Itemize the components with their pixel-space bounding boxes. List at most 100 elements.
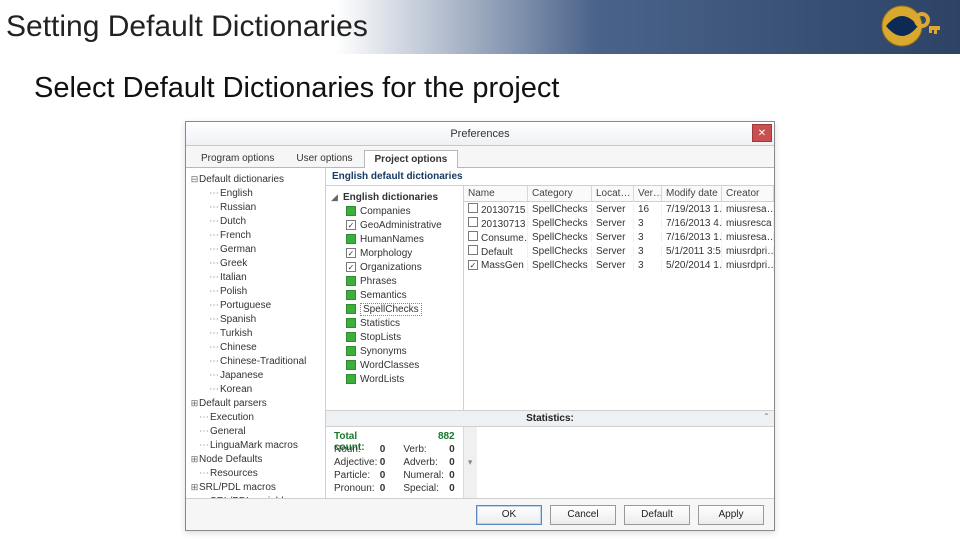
col-version[interactable]: Ver… xyxy=(634,186,662,201)
stat-row: Adjective:0 xyxy=(334,457,385,470)
category-item[interactable]: Organizations xyxy=(330,260,459,274)
settings-tree[interactable]: ⊟Default dictionaries⋯English⋯Russian⋯Du… xyxy=(186,168,326,498)
right-panel-header: English default dictionaries xyxy=(326,168,774,186)
chevron-up-icon[interactable]: ˆ xyxy=(765,413,768,424)
checkbox-icon[interactable] xyxy=(346,374,356,384)
table-row[interactable]: MassGenSpellChecksServer35/20/2014 1…miu… xyxy=(464,258,774,272)
preferences-dialog: Preferences ✕ Program options User optio… xyxy=(185,121,775,531)
category-item[interactable]: StopLists xyxy=(330,330,459,344)
tab-project-options[interactable]: Project options xyxy=(364,150,459,168)
checkbox-icon[interactable] xyxy=(346,234,356,244)
tree-node[interactable]: ⋯English xyxy=(188,186,323,200)
stats-scrollbar[interactable]: ▾ xyxy=(463,427,477,498)
col-name[interactable]: Name xyxy=(464,186,528,201)
tree-node[interactable]: ⊞SRL/PDL macros xyxy=(188,480,323,494)
table-row[interactable]: Consume…SpellChecksServer37/16/2013 1…mi… xyxy=(464,230,774,244)
grid-body[interactable]: 20130715…SpellChecksServer167/19/2013 1…… xyxy=(464,202,774,410)
category-item[interactable]: Companies xyxy=(330,204,459,218)
category-item[interactable]: WordLists xyxy=(330,372,459,386)
tree-node[interactable]: ⋯Portuguese xyxy=(188,298,323,312)
stat-row: Verb:0 xyxy=(403,444,454,457)
stat-total-num: 882 xyxy=(438,431,455,444)
stat-row: Numeral:0 xyxy=(403,470,454,483)
tree-node[interactable]: ⋯Execution xyxy=(188,410,323,424)
tree-node[interactable]: ⋯Greek xyxy=(188,256,323,270)
tree-node[interactable]: ⋯Spanish xyxy=(188,312,323,326)
statistics-title: Statistics: xyxy=(526,413,574,424)
slide-banner: Setting Default Dictionaries xyxy=(0,0,960,54)
default-button[interactable]: Default xyxy=(624,505,690,525)
tab-program-options[interactable]: Program options xyxy=(190,149,285,167)
tree-node[interactable]: ⋯General xyxy=(188,424,323,438)
tree-node[interactable]: ⋯Polish xyxy=(188,284,323,298)
tree-node[interactable]: ⊟Default dictionaries xyxy=(188,172,323,186)
slide-subtitle: Select Default Dictionaries for the proj… xyxy=(0,54,960,121)
statistics-header[interactable]: Statistics: ˆ xyxy=(326,411,774,427)
checkbox-icon[interactable] xyxy=(346,248,356,258)
apply-button[interactable]: Apply xyxy=(698,505,764,525)
checkbox-icon[interactable] xyxy=(346,276,356,286)
tree-node[interactable]: ⋯Resources xyxy=(188,466,323,480)
tree-node[interactable]: ⊞Node Defaults xyxy=(188,452,323,466)
dictionary-category-tree[interactable]: ◢English dictionariesCompaniesGeoAdminis… xyxy=(326,186,464,410)
checkbox-icon[interactable] xyxy=(346,220,356,230)
category-item[interactable]: GeoAdministrative xyxy=(330,218,459,232)
col-location[interactable]: Locat… xyxy=(592,186,634,201)
col-category[interactable]: Category xyxy=(528,186,592,201)
category-item[interactable]: SpellChecks xyxy=(330,302,459,316)
tree-node[interactable]: ⋯Chinese-Traditional xyxy=(188,354,323,368)
tree-node[interactable]: ⋯German xyxy=(188,242,323,256)
category-item[interactable]: Phrases xyxy=(330,274,459,288)
table-row[interactable]: DefaultSpellChecksServer35/1/2011 3:5…mi… xyxy=(464,244,774,258)
col-modified[interactable]: Modify date xyxy=(662,186,722,201)
checkbox-icon[interactable] xyxy=(346,290,356,300)
category-item[interactable]: Statistics xyxy=(330,316,459,330)
row-checkbox[interactable] xyxy=(468,245,478,255)
tree-node[interactable]: ⋯SRL/PDL variables xyxy=(188,494,323,498)
category-item[interactable]: Morphology xyxy=(330,246,459,260)
row-checkbox[interactable] xyxy=(468,260,478,270)
tree-node[interactable]: ⋯Dutch xyxy=(188,214,323,228)
tree-node[interactable]: ⋯French xyxy=(188,228,323,242)
stat-total-label: Total count: xyxy=(334,431,385,444)
checkbox-icon[interactable] xyxy=(346,304,356,314)
category-item[interactable]: Semantics xyxy=(330,288,459,302)
checkbox-icon[interactable] xyxy=(346,318,356,328)
dialog-footer: OK Cancel Default Apply xyxy=(186,498,774,530)
checkbox-icon[interactable] xyxy=(346,360,356,370)
category-item[interactable]: WordClasses xyxy=(330,358,459,372)
dialog-title: Preferences xyxy=(450,128,509,140)
tree-node[interactable]: ⋯Chinese xyxy=(188,340,323,354)
category-item[interactable]: Synonyms xyxy=(330,344,459,358)
tree-node[interactable]: ⋯Italian xyxy=(188,270,323,284)
cancel-button[interactable]: Cancel xyxy=(550,505,616,525)
row-checkbox[interactable] xyxy=(468,203,478,213)
close-icon[interactable]: ✕ xyxy=(752,124,772,142)
checkbox-icon[interactable] xyxy=(346,206,356,216)
tab-user-options[interactable]: User options xyxy=(285,149,363,167)
ok-button[interactable]: OK xyxy=(476,505,542,525)
tree-node[interactable]: ⋯Turkish xyxy=(188,326,323,340)
category-item[interactable]: HumanNames xyxy=(330,232,459,246)
table-row[interactable]: 20130715…SpellChecksServer167/19/2013 1…… xyxy=(464,202,774,216)
stat-row: Special:0 xyxy=(403,483,454,496)
stat-row: Adverb:0 xyxy=(403,457,454,470)
tree-node[interactable]: ⋯Japanese xyxy=(188,368,323,382)
stat-row: Particle:0 xyxy=(334,470,385,483)
checkbox-icon[interactable] xyxy=(346,346,356,356)
dialog-titlebar[interactable]: Preferences ✕ xyxy=(186,122,774,146)
tree-node[interactable]: ⋯Korean xyxy=(188,382,323,396)
slide-title: Setting Default Dictionaries xyxy=(6,10,368,44)
grid-header[interactable]: Name Category Locat… Ver… Modify date Cr… xyxy=(464,186,774,202)
category-root[interactable]: ◢English dictionaries xyxy=(330,190,459,204)
stat-row: Noun:0 xyxy=(334,444,385,457)
checkbox-icon[interactable] xyxy=(346,332,356,342)
tree-node[interactable]: ⋯LinguaMark macros xyxy=(188,438,323,452)
checkbox-icon[interactable] xyxy=(346,262,356,272)
tree-node[interactable]: ⋯Russian xyxy=(188,200,323,214)
row-checkbox[interactable] xyxy=(468,231,478,241)
col-creator[interactable]: Creator xyxy=(722,186,774,201)
tree-node[interactable]: ⊞Default parsers xyxy=(188,396,323,410)
row-checkbox[interactable] xyxy=(468,217,478,227)
table-row[interactable]: 20130713…SpellChecksServer37/16/2013 4…m… xyxy=(464,216,774,230)
